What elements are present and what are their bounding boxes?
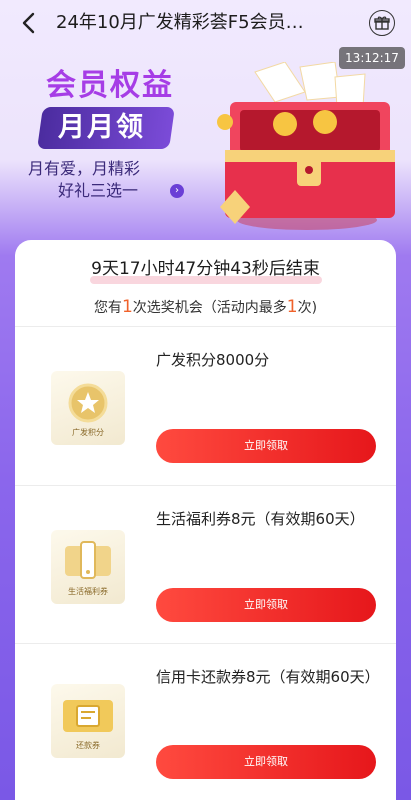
chevron-right-icon[interactable]: › [170,184,184,198]
chance-text: 您有1次选奖机会（活动内最多1次) [15,296,396,319]
banner-description-line1: 月有爱，月精彩 [28,159,141,178]
page-title: 24年10月广发精彩荟F5会员… [56,12,304,33]
banner-subtitle: 月月领 [58,112,145,143]
prize-item: 广发积分 广发积分8000分 立即领取 [15,327,396,485]
prize-name: 信用卡还款券8元（有效期60天） [156,668,380,686]
prize-image-label: 生活福利券 [68,586,108,596]
claim-button[interactable]: 立即领取 [156,588,376,622]
banner-description-line2: 好礼三选一 [58,181,139,200]
prize-image-label: 还款券 [76,740,100,750]
prize-name: 生活福利券8元（有效期60天） [156,510,365,528]
prize-image-label: 广发积分 [72,427,104,437]
prize-image: 还款券 [51,684,125,758]
prize-image: 广发积分 [51,371,125,445]
treasure-chest-icon [217,62,395,230]
chance-max: 1 [286,297,298,317]
gift-icon [374,16,390,30]
banner-title: 会员权益 [46,68,174,103]
chance-suffix: 次) [297,300,318,316]
prize-item: 还款券 信用卡还款券8元（有效期60天） 立即领取 [15,644,396,800]
claim-button[interactable]: 立即领取 [156,429,376,463]
chevron-left-icon [22,12,35,34]
claim-button[interactable]: 立即领取 [156,745,376,779]
back-button[interactable] [14,8,44,38]
chance-prefix: 您有 [93,300,122,316]
prize-name: 广发积分8000分 [156,351,270,369]
chance-mid: 次选奖机会（活动内最多 [132,300,287,316]
chance-count: 1 [121,297,133,317]
star-coin-icon: 广发积分 [68,383,108,437]
gift-button[interactable] [369,10,395,36]
benefit-card: 9天17小时47分钟43秒后结束 您有1次选奖机会（活动内最多1次) 广发积分 … [15,240,396,800]
prize-item: 生活福利券 生活福利券8元（有效期60天） 立即领取 [15,486,396,644]
app-header: 24年10月广发精彩荟F5会员… [0,0,411,46]
countdown-text: 9天17小时47分钟43秒后结束 [91,259,320,279]
repayment-voucher-icon: 还款券 [63,700,113,750]
prize-image: 生活福利券 [51,530,125,604]
phone-voucher-icon: 生活福利券 [65,541,111,596]
